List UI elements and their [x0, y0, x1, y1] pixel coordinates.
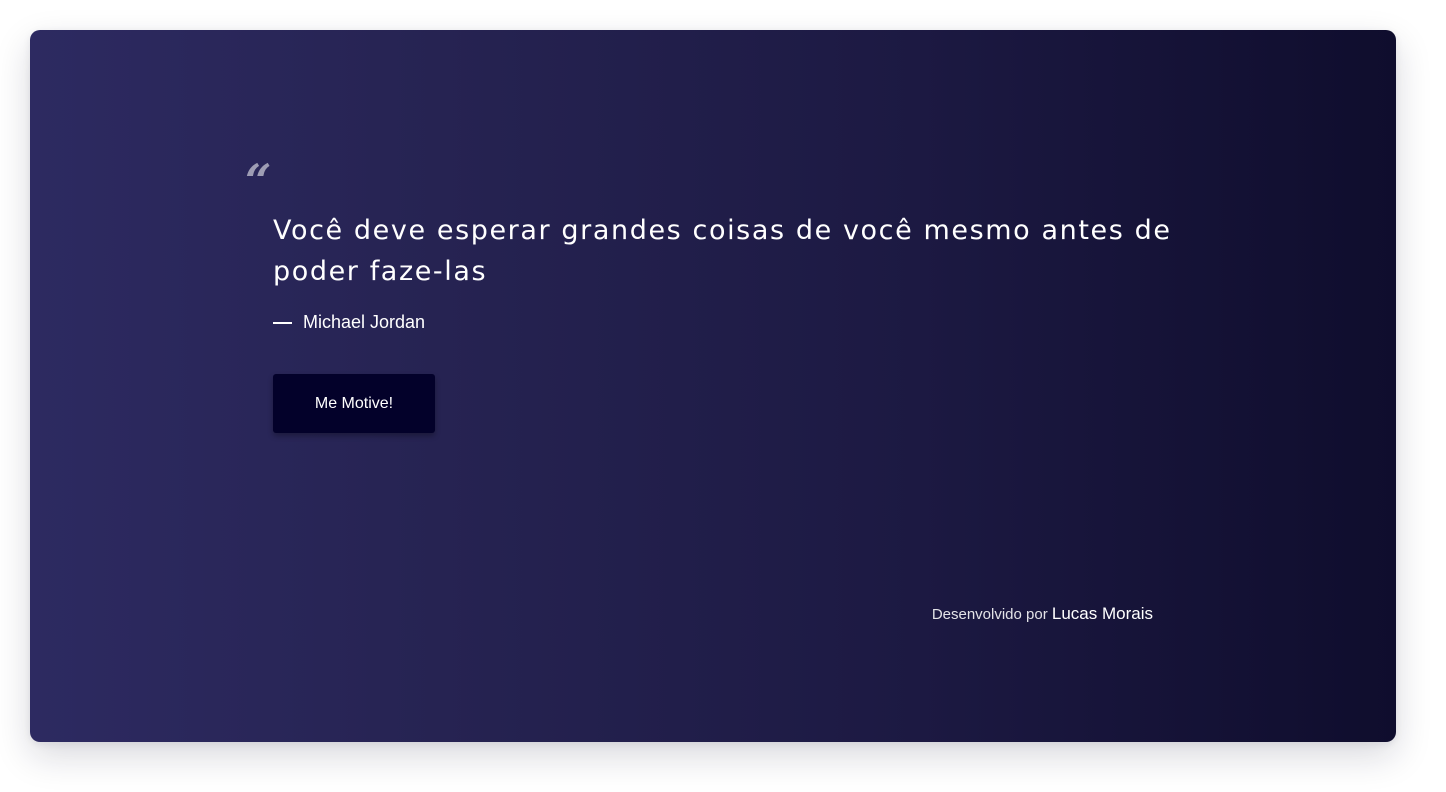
credits-author-link[interactable]: Lucas Morais: [1052, 604, 1153, 623]
quote-author: Michael Jordan: [273, 312, 425, 333]
motivate-button[interactable]: Me Motive!: [273, 374, 435, 433]
dash-icon: [273, 321, 292, 324]
quote-card: “ Você deve esperar grandes coisas de vo…: [30, 30, 1396, 742]
credits-prefix: Desenvolvido por: [931, 606, 1052, 623]
quote-text: Você deve esperar grandes coisas de você…: [273, 215, 1172, 287]
quote-mark-icon: “: [245, 154, 272, 208]
credits: Desenvolvido por Lucas Morais: [932, 604, 1153, 624]
author-name: Michael Jordan: [303, 312, 426, 332]
